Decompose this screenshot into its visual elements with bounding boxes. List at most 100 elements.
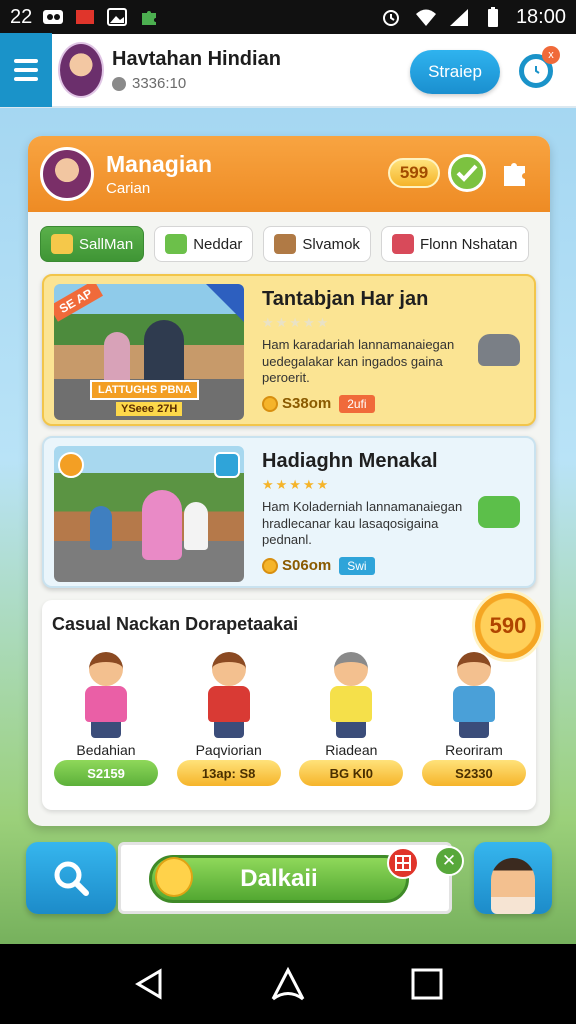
home-icon[interactable]	[266, 962, 310, 1006]
character-figure	[194, 652, 264, 738]
section-title: Casual Nackan Dorapetaakai	[52, 614, 299, 634]
user-info: Havtahan Hindian 3336:10	[112, 48, 281, 92]
character-name: Bedahian	[76, 742, 136, 758]
listing-photo[interactable]	[54, 446, 244, 582]
card-subtitle: Carian	[106, 180, 151, 197]
listing-ribbon: SE AP	[54, 284, 103, 322]
grid-icon[interactable]	[387, 847, 419, 879]
listing-price: S38om	[262, 395, 331, 412]
gallery-icon	[106, 7, 128, 27]
listing-title: Hadiaghn Menakal	[262, 450, 438, 472]
card-title: Managian	[106, 151, 213, 177]
alarm-icon	[380, 7, 402, 27]
car-icon[interactable]	[478, 334, 520, 366]
user-sub: 3336:10	[112, 75, 281, 92]
puzzle-icon	[138, 7, 160, 27]
casual-section: Casual Nackan Dorapetaakai 590 Bedahian …	[42, 590, 544, 810]
close-icon[interactable]: ✕	[434, 846, 464, 876]
price-value: S38om	[282, 395, 332, 413]
character-card[interactable]: Bedahian S2159	[50, 652, 162, 786]
filter-label: Flonn Nshatan	[419, 235, 518, 253]
character-price[interactable]: 13ap: S8	[176, 760, 281, 786]
corner-tag-icon	[206, 284, 244, 322]
menu-icon[interactable]	[0, 33, 52, 107]
status-dot-icon	[112, 76, 126, 91]
app-header: Havtahan Hindian 3336:10 Straiep x	[0, 33, 576, 108]
coin-count[interactable]: 599	[388, 158, 440, 188]
coin-icon	[262, 395, 278, 412]
crate-icon	[274, 234, 297, 254]
system-nav-bar	[0, 944, 576, 1024]
photo-banner-sub: YSeee 27H	[116, 402, 183, 416]
filter-label: SallMan	[79, 235, 134, 253]
avatar[interactable]	[58, 42, 104, 98]
listing-description: Ham karadariah lannamanaiegan uedegalaka…	[262, 337, 455, 386]
recents-icon[interactable]	[405, 962, 449, 1006]
bottom-action-bar: Dalkaii ✕	[26, 842, 552, 916]
filter-label: Neddar	[193, 235, 243, 253]
photo-person	[90, 506, 112, 550]
listing-title: Tantabjan Har jan	[262, 288, 429, 310]
photo-banner: LATTUGHS PBNA	[90, 380, 200, 400]
star-rating: ★★★★★	[262, 315, 331, 330]
character-name: Reoriram	[445, 742, 503, 758]
listing-tag[interactable]: 2ufi	[339, 394, 375, 413]
listing-card[interactable]: SE AP LATTUGHS PBNA YSeee 27H Tantabjan …	[42, 274, 536, 426]
coin-icon	[262, 557, 278, 574]
media-icon	[42, 7, 64, 27]
filter-chip-sallman[interactable]: SallMan	[40, 226, 145, 262]
profile-button[interactable]	[474, 842, 552, 914]
heart-icon	[391, 234, 414, 254]
filter-bar: SallMan Neddar Slvamok Flonn Nshatan	[40, 226, 529, 262]
listing-tag[interactable]: Swi	[339, 556, 375, 575]
character-card[interactable]: Paqviorian 13ap: S8	[173, 652, 285, 786]
listing-price: S06om	[262, 557, 331, 574]
photo-person	[142, 490, 182, 560]
character-price[interactable]: S2330	[421, 760, 526, 786]
main-card: Managian Carian 599 SallMan Neddar Slvam…	[28, 136, 550, 826]
battery-icon	[482, 7, 504, 27]
profile-avatar	[491, 858, 535, 914]
signal-icon	[448, 7, 470, 27]
character-price[interactable]: BG KI0	[299, 760, 404, 786]
card-avatar[interactable]	[40, 147, 94, 201]
primary-button[interactable]: Straiep	[410, 50, 500, 94]
bag-icon[interactable]	[478, 496, 520, 528]
smiley-icon	[155, 857, 193, 897]
filter-chip-neddar[interactable]: Neddar	[154, 226, 254, 262]
photo-person	[104, 332, 130, 384]
pin-icon	[58, 452, 84, 478]
search-button[interactable]	[26, 842, 116, 914]
photo-person	[184, 502, 208, 550]
listing-description: Ham Koladerniah lannamanaiegan hradlecan…	[262, 499, 463, 548]
user-sub-text: 3336:10	[132, 75, 187, 92]
character-figure	[316, 652, 386, 738]
lock-icon	[214, 452, 240, 478]
character-card[interactable]: Reoriram S2330	[418, 652, 530, 786]
lock-icon	[51, 234, 73, 254]
price-value: S06om	[282, 557, 332, 575]
wifi-icon	[414, 7, 436, 27]
card-header: Managian Carian 599	[28, 136, 550, 212]
listing-card[interactable]: Hadiaghn Menakal ★★★★★ Ham Koladerniah l…	[42, 436, 536, 588]
star-rating: ★★★★★	[262, 477, 331, 492]
status-time: 18:00	[515, 5, 566, 28]
app-badge-icon	[74, 7, 96, 27]
filter-label: Slvamok	[302, 235, 360, 253]
puzzle-piece-icon[interactable]	[496, 154, 534, 192]
character-figure	[71, 652, 141, 738]
filter-chip-slvamok[interactable]: Slvamok	[263, 226, 371, 262]
status-left-number: 22	[10, 5, 33, 28]
back-icon[interactable]	[127, 962, 171, 1006]
status-bar: 22 18:00	[0, 0, 576, 34]
notification-badge[interactable]: x	[542, 46, 560, 64]
character-price[interactable]: S2159	[54, 760, 158, 786]
action-panel: Dalkaii	[118, 842, 452, 914]
character-name: Riadean	[325, 742, 378, 758]
listing-photo[interactable]: SE AP LATTUGHS PBNA YSeee 27H	[54, 284, 244, 420]
character-figure	[439, 652, 509, 738]
leaf-icon	[165, 234, 188, 254]
check-icon[interactable]	[448, 154, 486, 192]
filter-chip-flonn[interactable]: Flonn Nshatan	[380, 226, 529, 262]
character-card[interactable]: Riadean BG KI0	[295, 652, 407, 786]
